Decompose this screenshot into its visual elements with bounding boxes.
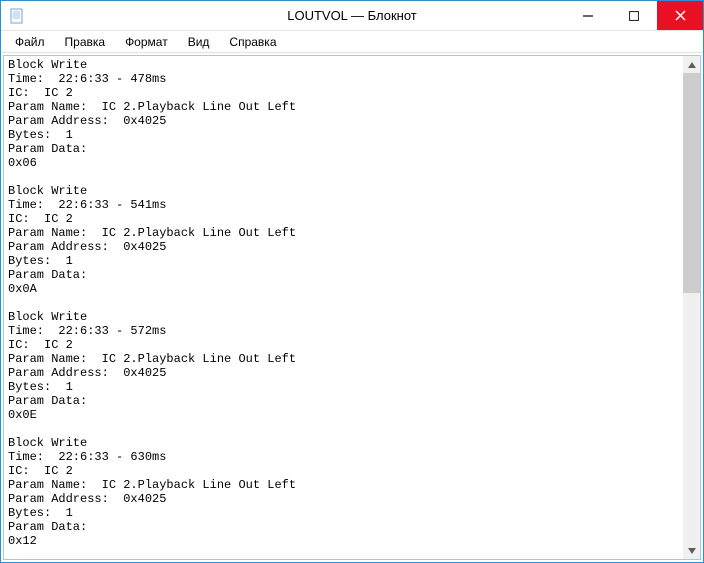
text-area[interactable]: Block Write Time: 22:6:33 - 478ms IC: IC… — [4, 56, 700, 559]
maximize-button[interactable] — [611, 1, 657, 30]
content-wrap: Block Write Time: 22:6:33 - 478ms IC: IC… — [1, 53, 703, 562]
scroll-down-icon[interactable] — [683, 542, 700, 559]
menu-help[interactable]: Справка — [221, 33, 284, 51]
menubar: Файл Правка Формат Вид Справка — [1, 31, 703, 53]
scroll-thumb[interactable] — [683, 73, 700, 293]
menu-edit[interactable]: Правка — [57, 33, 114, 51]
notepad-icon — [9, 8, 25, 24]
window-controls — [565, 1, 703, 30]
menu-format[interactable]: Формат — [117, 33, 176, 51]
window-title: LOUTVOL — Блокнот — [287, 8, 417, 23]
editor-frame: Block Write Time: 22:6:33 - 478ms IC: IC… — [3, 55, 701, 560]
close-button[interactable] — [657, 1, 703, 30]
vertical-scrollbar[interactable] — [683, 56, 700, 559]
menu-view[interactable]: Вид — [180, 33, 218, 51]
minimize-button[interactable] — [565, 1, 611, 30]
menu-file[interactable]: Файл — [7, 33, 53, 51]
titlebar: LOUTVOL — Блокнот — [1, 1, 703, 31]
scroll-up-icon[interactable] — [683, 56, 700, 73]
